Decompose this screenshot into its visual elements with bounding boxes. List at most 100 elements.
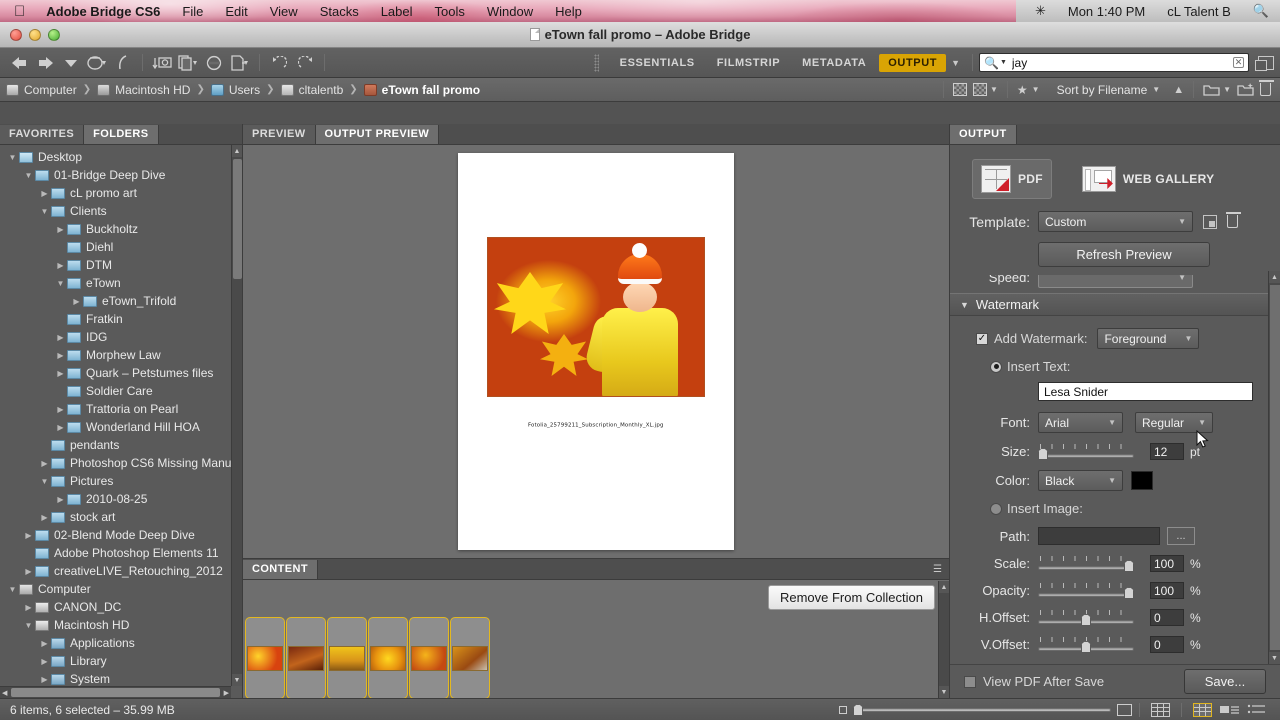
- filter-label-icon[interactable]: ▼: [972, 83, 998, 96]
- folder-tree-item[interactable]: Soldier Care: [0, 382, 231, 400]
- triangle-right-icon[interactable]: ▶: [54, 261, 67, 270]
- zoom-track[interactable]: [853, 707, 1111, 712]
- camera-raw-icon[interactable]: [84, 51, 110, 75]
- triangle-right-icon[interactable]: ▶: [38, 675, 51, 684]
- refine-icon[interactable]: [201, 51, 227, 75]
- refresh-preview-button[interactable]: Refresh Preview: [1038, 242, 1210, 267]
- triangle-down-icon[interactable]: ▼: [22, 171, 35, 180]
- opacity-input[interactable]: 100: [1150, 582, 1184, 599]
- hoffset-input[interactable]: 0: [1150, 609, 1184, 626]
- triangle-right-icon[interactable]: ▶: [38, 657, 51, 666]
- menu-item-edit[interactable]: Edit: [214, 4, 258, 19]
- folder-tree-item[interactable]: ▶ Applications: [0, 634, 231, 652]
- triangle-right-icon[interactable]: ▶: [22, 567, 35, 576]
- scale-slider[interactable]: [1038, 555, 1134, 572]
- folder-tree-item[interactable]: ▶ System: [0, 670, 231, 686]
- thumbnail-cell[interactable]: [245, 617, 285, 699]
- folder-tree-item[interactable]: pendants: [0, 436, 231, 454]
- workspace-chevron-down-icon[interactable]: ▼: [951, 58, 960, 68]
- scale-input[interactable]: 100: [1150, 555, 1184, 572]
- zoom-large-icon[interactable]: [1117, 703, 1132, 716]
- folder-tree-item[interactable]: ▶ Library: [0, 652, 231, 670]
- view-list-button[interactable]: [1247, 703, 1266, 716]
- triangle-right-icon[interactable]: ▶: [70, 297, 83, 306]
- pdf-page-preview[interactable]: Fotolia_25799211_Subscription_Monthly_XL…: [458, 153, 734, 550]
- menu-item-label[interactable]: Label: [370, 4, 424, 19]
- triangle-right-icon[interactable]: ▶: [38, 639, 51, 648]
- workspace-tab-output[interactable]: OUTPUT: [879, 53, 947, 72]
- tab-favorites[interactable]: FAVORITES: [0, 125, 85, 144]
- insert-image-radio[interactable]: [990, 502, 1002, 515]
- zoom-slider-knob[interactable]: [853, 703, 863, 716]
- triangle-down-icon[interactable]: ▼: [54, 279, 67, 288]
- triangle-right-icon[interactable]: ▶: [54, 495, 67, 504]
- content-scroll-down-icon[interactable]: ▼: [939, 686, 949, 698]
- menu-item-view[interactable]: View: [259, 4, 309, 19]
- thumbnail-cell[interactable]: [409, 617, 449, 699]
- thumbnail-cell[interactable]: [450, 617, 490, 699]
- search-clear-icon[interactable]: ✕: [1233, 57, 1244, 68]
- folder-tree-hscrollbar[interactable]: ◀ ▶: [0, 686, 231, 698]
- delete-template-icon[interactable]: [1226, 212, 1241, 228]
- breadcrumb-users[interactable]: Users: [210, 83, 260, 97]
- watermark-section-header[interactable]: ▼ Watermark: [950, 293, 1280, 316]
- get-photos-camera-icon[interactable]: [149, 51, 175, 75]
- opacity-slider[interactable]: [1038, 582, 1134, 599]
- folder-tree-item[interactable]: ▶ CANON_DC: [0, 598, 231, 616]
- filter-rating-icon[interactable]: [952, 83, 967, 96]
- remove-from-collection-button[interactable]: Remove From Collection: [767, 585, 935, 610]
- template-dropdown[interactable]: Custom ▼: [1038, 211, 1193, 232]
- folder-tree-item[interactable]: ▼ Desktop: [0, 148, 231, 166]
- output-scrollbar-thumb[interactable]: [1270, 285, 1280, 650]
- workspace-tab-filmstrip[interactable]: FILMSTRIP: [708, 54, 789, 72]
- triangle-right-icon[interactable]: ▶: [54, 333, 67, 342]
- triangle-down-icon[interactable]: ▼: [38, 477, 51, 486]
- output-scroll-up-icon[interactable]: ▲: [1269, 271, 1280, 283]
- thumbnail-zoom-slider[interactable]: [839, 703, 1132, 716]
- scroll-left-arrow-icon[interactable]: ◀: [0, 689, 9, 697]
- voffset-input[interactable]: 0: [1150, 636, 1184, 653]
- zoom-small-icon[interactable]: [839, 705, 847, 714]
- save-template-icon[interactable]: [1203, 214, 1217, 229]
- menu-item-tools[interactable]: Tools: [424, 4, 476, 19]
- folder-tree-item[interactable]: Diehl: [0, 238, 231, 256]
- triangle-right-icon[interactable]: ▶: [54, 351, 67, 360]
- triangle-down-icon[interactable]: ▼: [22, 621, 35, 630]
- folder-tree-item[interactable]: ▶ eTown_Trifold: [0, 292, 231, 310]
- breadcrumb-cltalentb[interactable]: cltalentb: [280, 83, 343, 97]
- workspace-tab-essentials[interactable]: ESSENTIALS: [611, 54, 704, 72]
- star-rating-icon[interactable]: ★ ▼: [1017, 83, 1040, 97]
- menu-item-help[interactable]: Help: [544, 4, 593, 19]
- folder-tree-item[interactable]: ▶ Photoshop CS6 Missing Manu: [0, 454, 231, 472]
- folder-tree-item[interactable]: Fratkin: [0, 310, 231, 328]
- view-thumbnail-button[interactable]: [1193, 702, 1212, 717]
- scrollbar-thumb[interactable]: [233, 159, 242, 279]
- hscrollbar-thumb[interactable]: [11, 688, 220, 697]
- color-dropdown[interactable]: Black ▼: [1038, 470, 1123, 491]
- tab-preview[interactable]: PREVIEW: [243, 125, 316, 144]
- menu-item-file[interactable]: File: [171, 4, 214, 19]
- rotate-ccw-icon[interactable]: [266, 51, 292, 75]
- content-scroll-up-icon[interactable]: ▲: [939, 581, 949, 593]
- delete-trash-icon[interactable]: [1259, 80, 1274, 96]
- folder-tree-item[interactable]: ▶ cL promo art: [0, 184, 231, 202]
- sort-ascending-icon[interactable]: ▲: [1173, 84, 1184, 96]
- folder-tree-item[interactable]: ▶ Buckholtz: [0, 220, 231, 238]
- open-in-icon[interactable]: [227, 51, 253, 75]
- menu-clock[interactable]: Mon 1:40 PM: [1057, 4, 1156, 19]
- breadcrumb-etown-fall-promo[interactable]: eTown fall promo: [363, 83, 480, 97]
- triangle-down-icon[interactable]: ▼: [6, 153, 19, 162]
- browse-button[interactable]: ...: [1167, 527, 1195, 545]
- pdf-output-button[interactable]: PDF: [972, 159, 1052, 199]
- menu-user-name[interactable]: cL Talent B: [1156, 4, 1242, 19]
- view-pdf-checkbox[interactable]: [964, 675, 976, 688]
- folder-tree-item[interactable]: ▼ Macintosh HD: [0, 616, 231, 634]
- forward-arrow-icon[interactable]: [32, 51, 58, 75]
- triangle-right-icon[interactable]: ▶: [38, 513, 51, 522]
- speed-dropdown[interactable]: ▼: [1038, 275, 1193, 288]
- web-gallery-output-button[interactable]: WEB GALLERY: [1074, 161, 1223, 197]
- size-slider[interactable]: [1038, 443, 1134, 460]
- folder-tree-item[interactable]: ▼ 01-Bridge Deep Dive: [0, 166, 231, 184]
- rotate-cw-icon[interactable]: [292, 51, 318, 75]
- size-input[interactable]: 12: [1150, 443, 1184, 460]
